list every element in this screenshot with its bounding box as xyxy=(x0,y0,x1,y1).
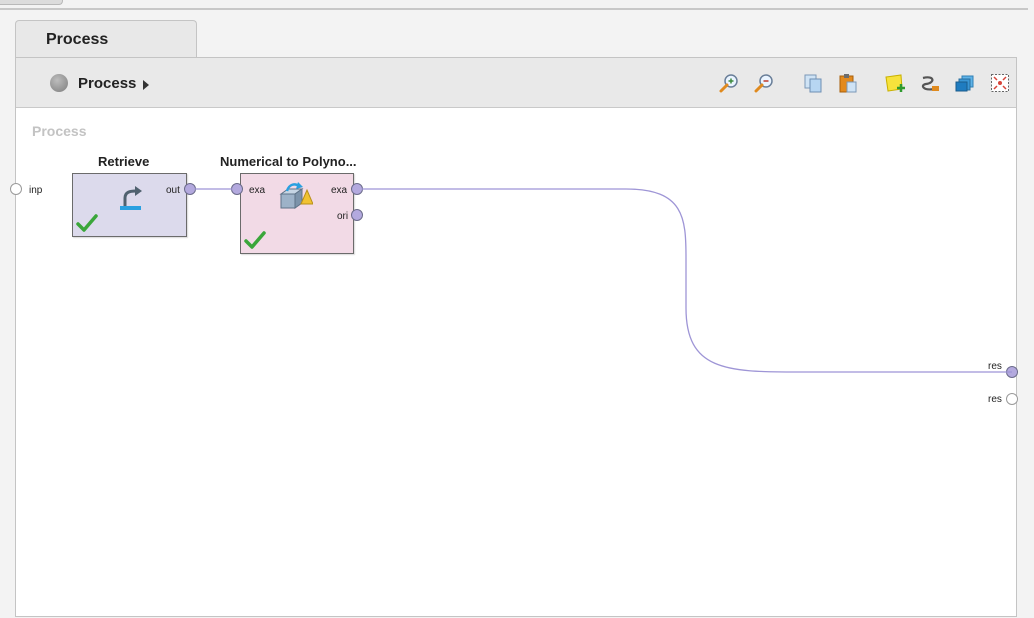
add-note-icon[interactable] xyxy=(884,72,906,94)
window-top-tab-nub xyxy=(0,0,63,5)
retrieve-out-port-label: out xyxy=(166,185,180,196)
canvas-title: Process xyxy=(32,123,87,139)
retrieve-out-port[interactable] xyxy=(184,183,196,195)
tab-process-label: Process xyxy=(46,31,109,48)
process-toolbar: Process xyxy=(16,58,1016,108)
copy-icon[interactable] xyxy=(802,72,824,94)
right-edge-strip xyxy=(1028,0,1034,598)
numerical-to-polynominal-status-check-icon xyxy=(244,231,266,249)
breadcrumb-arrow-icon[interactable] xyxy=(143,80,149,90)
retrieve-operator-title: Retrieve xyxy=(98,154,150,169)
window-top-strip xyxy=(0,0,1034,10)
process-result-port-1-label: res xyxy=(988,361,1002,372)
process-result-port-1[interactable] xyxy=(1006,366,1018,378)
numerical-to-polynominal-in-port[interactable] xyxy=(231,183,243,195)
tab-process[interactable]: Process xyxy=(15,20,197,57)
retrieve-operator[interactable]: out xyxy=(72,173,187,237)
breadcrumb-process[interactable]: Process xyxy=(78,75,136,92)
zoom-in-icon[interactable] xyxy=(718,72,740,94)
layers-icon[interactable] xyxy=(954,72,976,94)
numerical-to-polynominal-ori-out-port[interactable] xyxy=(351,209,363,221)
numerical-to-polynominal-in-port-label: exa xyxy=(249,185,266,196)
paste-icon[interactable] xyxy=(837,72,859,94)
retrieve-icon xyxy=(120,186,142,210)
process-input-port[interactable] xyxy=(10,183,22,195)
numerical-to-polynominal-operator-title: Numerical to Polyno... xyxy=(220,154,357,169)
process-canvas[interactable]: Process inp Retrieve out Numerical to Po… xyxy=(10,108,1018,616)
auto-wire-icon[interactable] xyxy=(919,72,941,94)
process-root-icon[interactable] xyxy=(50,74,68,92)
process-result-port-2-label: res xyxy=(988,394,1002,405)
fit-view-icon[interactable] xyxy=(989,72,1011,94)
numerical-to-polynominal-icon xyxy=(279,182,313,209)
process-result-port-2[interactable] xyxy=(1006,393,1018,405)
retrieve-status-check-icon xyxy=(76,214,98,232)
process-input-port-label: inp xyxy=(29,185,43,196)
wire-numerical-to-result[interactable] xyxy=(362,188,1012,373)
numerical-to-polynominal-ori-out-port-label: ori xyxy=(337,211,349,222)
numerical-to-polynominal-operator[interactable]: exa exa ori xyxy=(240,173,354,254)
numerical-to-polynominal-exa-out-port-label: exa xyxy=(331,185,348,196)
zoom-out-icon[interactable] xyxy=(753,72,775,94)
process-panel: Process Process inp Retrieve out Numeric… xyxy=(10,57,1018,617)
numerical-to-polynominal-exa-out-port[interactable] xyxy=(351,183,363,195)
